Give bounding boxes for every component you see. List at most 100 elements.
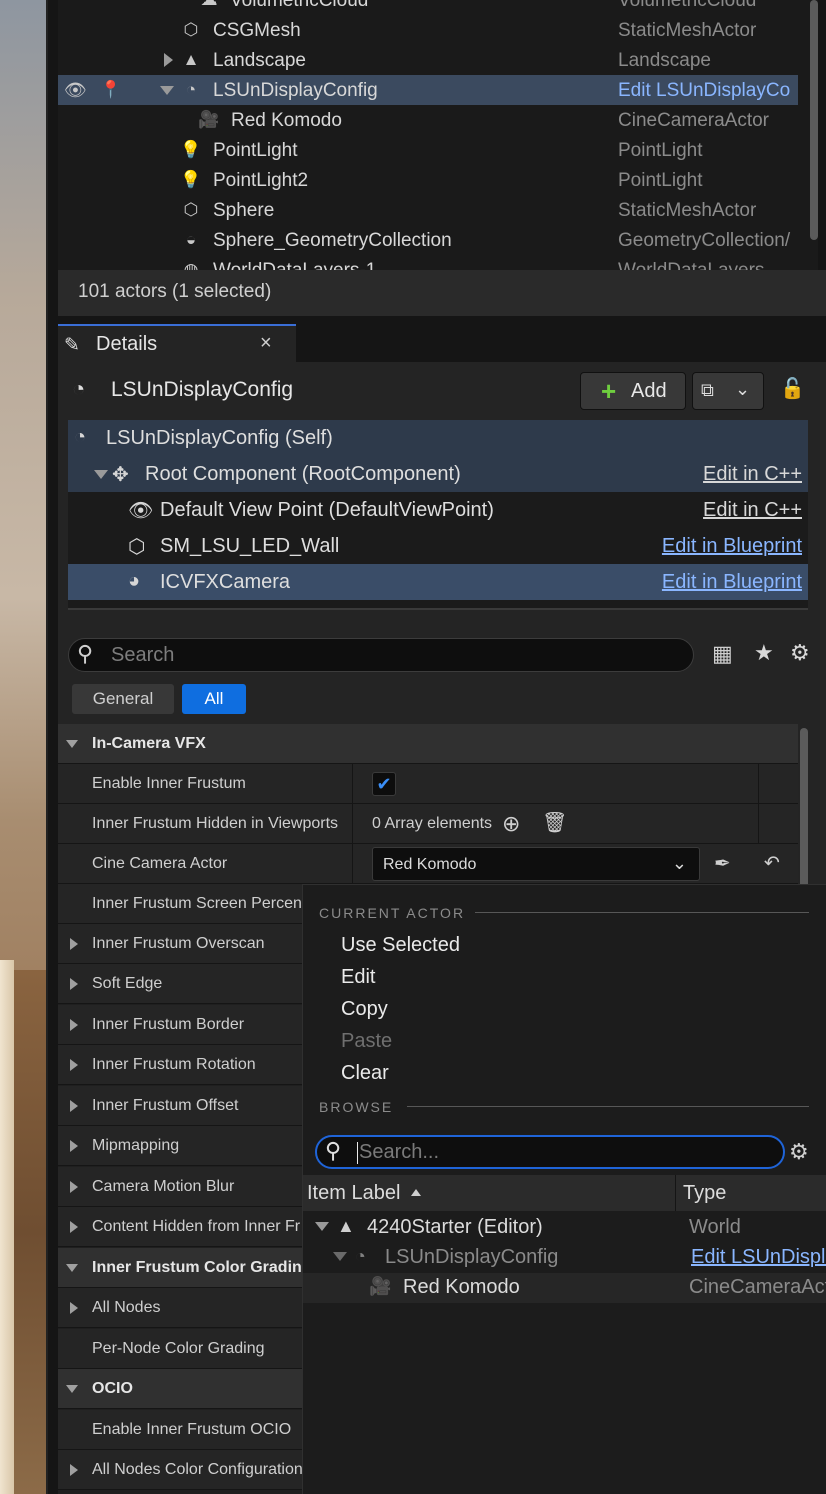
outliner-row[interactable]: ◍ WorldDataLayers-1 WorldDataLayers <box>58 255 798 270</box>
component-row[interactable]: ⬡ SM_LSU_LED_Wall Edit in Blueprint <box>68 528 808 564</box>
pin-icon[interactable]: 📍 <box>100 80 122 100</box>
use-selected-menu-item[interactable]: Use Selected <box>341 934 460 957</box>
outliner-row-type: PointLight <box>618 140 703 161</box>
lock-icon[interactable]: 🔓 <box>780 376 805 401</box>
outliner-row-label: CSGMesh <box>213 20 301 41</box>
property-row: Enable Inner Frustum ✔ <box>58 764 798 804</box>
details-scrollbar[interactable] <box>800 728 808 888</box>
component-row-selected[interactable]: ◕ ICVFXCamera Edit in Blueprint <box>68 564 808 600</box>
collapse-arrow-icon[interactable] <box>160 86 174 95</box>
property-label: Soft Edge <box>92 975 163 992</box>
outliner-row-type: VolumetricCloud <box>618 0 757 11</box>
picker-tree-row[interactable]: ▲ 4240Starter (Editor) World <box>303 1213 826 1243</box>
blueprint-options-button[interactable]: ⧉ ⌄ <box>692 372 764 410</box>
property-row: Cine Camera Actor Red Komodo ⌄ ✒ ↶ <box>58 844 798 884</box>
copy-menu-item[interactable]: Copy <box>341 998 388 1021</box>
actor-search-input[interactable]: ⚲ Search... <box>315 1135 785 1169</box>
outliner-scrollbar[interactable] <box>810 0 818 240</box>
column-divider[interactable] <box>675 1175 676 1211</box>
outliner-row[interactable]: 💡 PointLight2 PointLight <box>58 165 798 195</box>
gear-icon[interactable]: ⚙ <box>790 640 810 666</box>
tree-row-type: World <box>689 1216 741 1238</box>
outliner-row-label: WorldDataLayers-1 <box>213 260 376 270</box>
filter-all-button[interactable]: All <box>182 684 246 714</box>
outliner-row[interactable]: ▲ Landscape Landscape <box>58 45 798 75</box>
picker-tree-row-selected[interactable]: 🎥 Red Komodo CineCameraAct <box>303 1273 826 1303</box>
picker-tree-row[interactable]: ◔ LSUnDisplayConfig Edit LSUnDispla <box>303 1243 826 1273</box>
plus-icon: + <box>601 376 617 406</box>
add-element-icon[interactable]: ⊕ <box>502 811 520 837</box>
component-label: SM_LSU_LED_Wall <box>160 535 340 557</box>
eyedropper-icon[interactable]: ✒ <box>714 851 731 876</box>
outliner-row-selected[interactable]: 👁 📍 ◔ LSUnDisplayConfig Edit LSUnDisplay… <box>58 75 798 105</box>
divider <box>68 608 808 610</box>
search-icon: ⚲ <box>77 641 94 666</box>
column-divider[interactable] <box>352 844 353 884</box>
star-icon[interactable]: ★ <box>754 640 774 666</box>
editor-window: ☁ VolumetricCloud VolumetricCloud ⬡ CSGM… <box>0 0 826 1494</box>
edit-blueprint-link[interactable]: Edit LSUnDisplayCo <box>618 80 790 102</box>
search-icon: ⚲ <box>325 1138 342 1163</box>
edit-in-cpp-link[interactable]: Edit in C++ <box>703 463 802 486</box>
add-component-button[interactable]: + Add <box>580 372 686 410</box>
column-divider[interactable] <box>352 764 353 804</box>
visibility-eye-icon[interactable]: 👁 <box>64 80 87 100</box>
outliner-row[interactable]: ◒ Sphere_GeometryCollection GeometryColl… <box>58 225 798 255</box>
property-label: Inner Frustum Border <box>92 1016 245 1033</box>
close-tab-button[interactable]: × <box>260 332 272 355</box>
gear-icon[interactable]: ⚙ <box>789 1139 809 1165</box>
outliner-row[interactable]: ⬡ Sphere StaticMeshActor <box>58 195 798 225</box>
expand-arrow-icon <box>70 1464 78 1476</box>
property-label: Cine Camera Actor <box>92 855 228 872</box>
point-light-icon: 💡 <box>180 140 202 159</box>
outliner-row[interactable]: 🎥 Red Komodo CineCameraActor <box>58 105 798 135</box>
outliner-row[interactable]: ⬡ CSGMesh StaticMeshActor <box>58 15 798 45</box>
edit-menu-item[interactable]: Edit <box>341 966 375 989</box>
edit-in-cpp-link[interactable]: Edit in C++ <box>703 499 802 522</box>
outliner-row[interactable]: 💡 PointLight PointLight <box>58 135 798 165</box>
filter-general-button[interactable]: General <box>72 684 174 714</box>
chevron-down-icon: ⌄ <box>671 853 687 873</box>
column-divider[interactable] <box>352 804 353 844</box>
edit-in-blueprint-link[interactable]: Edit in Blueprint <box>662 535 802 558</box>
paste-menu-item[interactable]: Paste <box>341 1030 392 1053</box>
expand-arrow-icon[interactable] <box>164 53 173 67</box>
category-in-camera-vfx[interactable]: In-Camera VFX <box>58 724 798 764</box>
property-label: Enable Inner Frustum <box>92 775 246 792</box>
item-label-column-header[interactable]: Item Label <box>307 1182 400 1205</box>
component-row-self[interactable]: ◔ LSUnDisplayConfig (Self) <box>68 420 808 456</box>
component-tree: ◔ LSUnDisplayConfig (Self) ✥ Root Compon… <box>68 420 808 610</box>
edit-blueprint-link[interactable]: Edit LSUnDispla <box>691 1246 826 1269</box>
outliner-row[interactable]: ☁ VolumetricCloud VolumetricCloud <box>58 0 798 15</box>
component-row-root[interactable]: ✥ Root Component (RootComponent) Edit in… <box>68 456 808 492</box>
tab-details[interactable]: ✎ Details × <box>58 324 296 362</box>
collapse-arrow-icon <box>66 1385 78 1393</box>
component-row[interactable]: 👁 Default View Point (DefaultViewPoint) … <box>68 492 808 528</box>
component-label: ICVFXCamera <box>160 571 291 593</box>
actor-picker-menu: CURRENT ACTOR Use Selected Edit Copy Pas… <box>302 884 826 1494</box>
camera-icon: 🎥 <box>198 110 220 129</box>
point-light-icon: 💡 <box>180 170 202 189</box>
property-matrix-icon[interactable]: ▦ <box>712 641 733 667</box>
enable-inner-frustum-checkbox[interactable]: ✔ <box>372 772 396 796</box>
collapse-arrow-icon[interactable] <box>315 1222 329 1231</box>
details-pencil-icon: ✎ <box>64 335 80 356</box>
trash-icon[interactable]: 🗑 <box>542 810 567 835</box>
type-column-header[interactable]: Type <box>683 1182 726 1205</box>
expand-arrow-icon <box>70 938 78 950</box>
hierarchy-icon: ⧉ <box>701 380 714 400</box>
reset-to-default-icon[interactable]: ↶ <box>764 852 780 875</box>
outliner-row-label: Sphere_GeometryCollection <box>213 230 452 251</box>
clear-menu-item[interactable]: Clear <box>341 1062 389 1085</box>
expand-arrow-icon <box>70 1059 78 1071</box>
collapse-arrow-icon[interactable] <box>94 470 108 479</box>
details-search-input[interactable]: ⚲ Search <box>68 638 694 672</box>
cine-camera-actor-combo[interactable]: Red Komodo ⌄ <box>372 847 700 881</box>
expand-arrow-icon <box>70 1302 78 1314</box>
search-placeholder: Search... <box>359 1141 440 1163</box>
level-viewport[interactable] <box>0 0 48 1494</box>
edit-in-blueprint-link[interactable]: Edit in Blueprint <box>662 571 802 594</box>
world-outliner: ☁ VolumetricCloud VolumetricCloud ⬡ CSGM… <box>58 0 818 270</box>
collapse-arrow-icon[interactable] <box>333 1252 347 1261</box>
component-label: Default View Point (DefaultViewPoint) <box>160 499 494 521</box>
